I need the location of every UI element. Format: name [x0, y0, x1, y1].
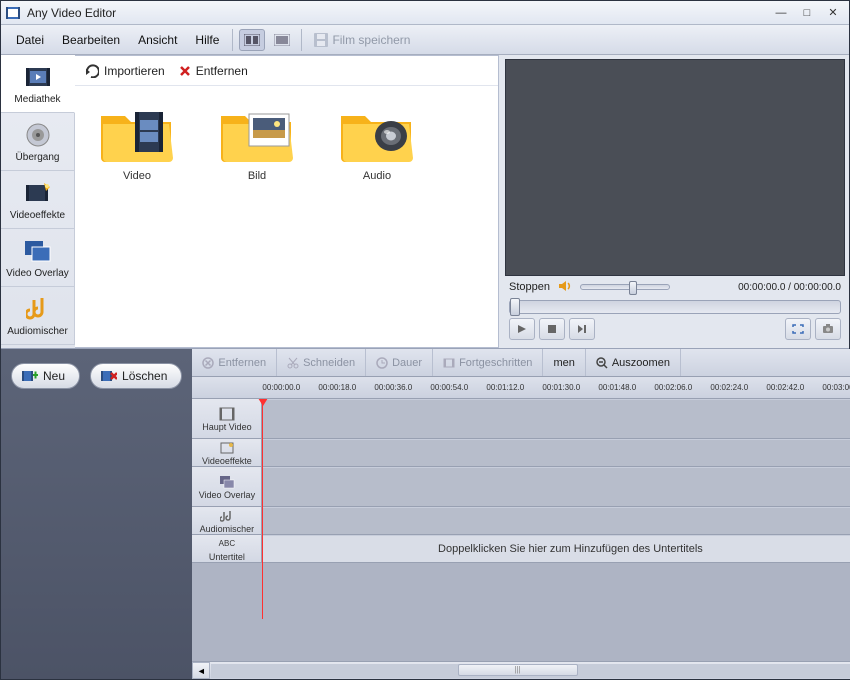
preview-panel: Stoppen 00:00:00.0 / 00:00:00.0: [499, 55, 849, 348]
time-display: 00:00:00.0 / 00:00:00.0: [678, 282, 841, 293]
tl-remove-button[interactable]: Entfernen: [192, 349, 277, 376]
track-haupt-video: Haupt Video: [192, 399, 850, 439]
stop-label: Stoppen: [509, 281, 550, 293]
menubar: Datei Bearbeiten Ansicht Hilfe Film spei…: [1, 25, 849, 55]
folder-audio-label: Audio: [363, 170, 391, 182]
track-body-subtitle[interactable]: Doppelklicken Sie hier zum Hinzufügen de…: [262, 535, 850, 562]
filmstrip-icon: [443, 357, 455, 369]
zoom-out-icon: [596, 357, 608, 369]
vfx-track-icon: [220, 440, 234, 456]
stop-button[interactable]: [539, 318, 565, 340]
new-button[interactable]: Neu: [11, 363, 80, 389]
media-panel: Importieren Entfernen Video: [75, 55, 499, 348]
fullscreen-button[interactable]: [785, 318, 811, 340]
horizontal-scrollbar[interactable]: ◄ ||| ►: [192, 661, 850, 679]
timeline-panel: Entfernen Schneiden Dauer Fortgeschritte…: [192, 349, 850, 679]
audio-track-icon: [220, 508, 234, 524]
transition-icon: [23, 120, 53, 150]
timeline-toolbar: Entfernen Schneiden Dauer Fortgeschritte…: [192, 349, 850, 377]
delete-clip-icon: [101, 369, 117, 383]
app-icon: [5, 5, 21, 21]
minimize-button[interactable]: —: [769, 5, 793, 21]
tl-cut-button[interactable]: Schneiden: [277, 349, 366, 376]
app-window: Any Video Editor — □ ✕ Datei Bearbeiten …: [0, 0, 850, 680]
tl-zoomout-button[interactable]: Auszoomen: [586, 349, 681, 376]
menu-edit[interactable]: Bearbeiten: [53, 29, 129, 51]
track-audiomischer: Audiomischer: [192, 507, 850, 535]
next-button[interactable]: [569, 318, 595, 340]
folder-bild-label: Bild: [248, 170, 266, 182]
track-body-audio[interactable]: [262, 507, 850, 534]
remove-button[interactable]: Entfernen: [179, 64, 248, 78]
menu-view[interactable]: Ansicht: [129, 29, 186, 51]
storyboard-sidebar: Neu Löschen: [1, 349, 192, 679]
track-body-overlay[interactable]: [262, 467, 850, 506]
volume-slider[interactable]: [580, 284, 670, 290]
save-film-button[interactable]: Film speichern: [314, 33, 410, 47]
scrollbar-thumb[interactable]: |||: [458, 664, 578, 676]
import-icon: [85, 64, 99, 78]
tab-videoeffekte[interactable]: Videoeffekte: [1, 171, 75, 229]
import-button[interactable]: Importieren: [85, 64, 165, 78]
side-tabs: Mediathek Übergang Videoeffekte Video Ov…: [1, 55, 75, 348]
track-videoeffekte: Videoeffekte: [192, 439, 850, 467]
titlebar: Any Video Editor — □ ✕: [1, 1, 849, 25]
scissors-icon: [287, 357, 299, 369]
track-body-main[interactable]: [262, 399, 850, 438]
tl-duration-button[interactable]: Dauer: [366, 349, 433, 376]
save-icon: [314, 33, 328, 47]
overlay-track-icon: [219, 474, 235, 490]
upper-panel: Mediathek Übergang Videoeffekte Video Ov…: [1, 55, 849, 349]
folder-bild[interactable]: Bild: [207, 102, 307, 182]
film-icon: [219, 406, 235, 422]
volume-icon[interactable]: [558, 280, 572, 295]
app-title: Any Video Editor: [27, 6, 116, 20]
layout-mode-1-button[interactable]: [239, 29, 265, 51]
clock-icon: [376, 357, 388, 369]
delete-button[interactable]: Löschen: [90, 363, 182, 389]
menu-help[interactable]: Hilfe: [186, 29, 228, 51]
track-untertitel: ABCUntertitel Doppelklicken Sie hier zum…: [192, 535, 850, 563]
tab-video-overlay[interactable]: Video Overlay: [1, 229, 75, 287]
track-body-vfx[interactable]: [262, 439, 850, 466]
video-overlay-icon: [23, 236, 53, 266]
remove-icon: [179, 65, 191, 77]
folder-video[interactable]: Video: [87, 102, 187, 182]
preview-screen: [505, 59, 845, 276]
scroll-left-button[interactable]: ◄: [192, 662, 210, 679]
media-content: Video Bild Audio: [75, 86, 498, 347]
track-video-overlay: Video Overlay: [192, 467, 850, 507]
folder-video-label: Video: [123, 170, 151, 182]
lower-panel: Neu Löschen Entfernen Schneiden Dauer Fo…: [1, 349, 849, 679]
menu-file[interactable]: Datei: [7, 29, 53, 51]
remove-circle-icon: [202, 357, 214, 369]
folder-audio[interactable]: Audio: [327, 102, 427, 182]
tab-mediathek[interactable]: Mediathek: [1, 55, 75, 113]
maximize-button[interactable]: □: [795, 5, 819, 21]
tl-men-button[interactable]: men: [543, 349, 585, 376]
tab-audiomischer[interactable]: Audiomischer: [1, 287, 75, 345]
close-button[interactable]: ✕: [821, 5, 845, 21]
media-library-icon: [23, 62, 53, 92]
new-clip-icon: [22, 369, 38, 383]
seek-slider[interactable]: [509, 300, 841, 314]
media-toolbar: Importieren Entfernen: [75, 56, 498, 86]
layout-mode-2-button[interactable]: [269, 29, 295, 51]
tab-uebergang[interactable]: Übergang: [1, 113, 75, 171]
audio-mixer-icon: [23, 294, 53, 324]
play-button[interactable]: [509, 318, 535, 340]
timeline-tracks: Haupt Video Videoeffekte Video Overlay A…: [192, 399, 850, 661]
tl-advanced-button[interactable]: Fortgeschritten: [433, 349, 543, 376]
timeline-ruler[interactable]: 00:00:00.000:00:18.000:00:36.000:00:54.0…: [192, 377, 850, 399]
video-effects-icon: [23, 178, 53, 208]
subtitle-abc-label: ABC: [219, 536, 235, 552]
snapshot-button[interactable]: [815, 318, 841, 340]
